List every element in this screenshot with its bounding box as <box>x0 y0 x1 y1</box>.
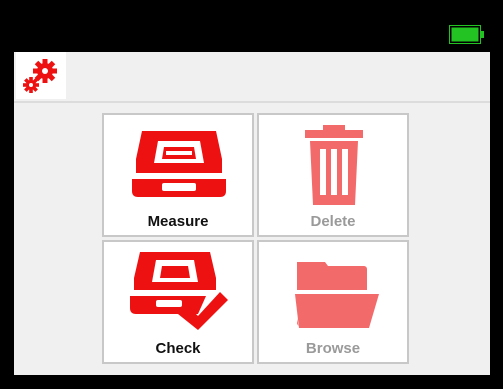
status-bar <box>0 0 503 52</box>
check-label: Check <box>155 340 201 357</box>
check-tile[interactable]: Check <box>102 240 254 364</box>
browse-tile[interactable]: Browse <box>257 240 409 364</box>
measure-label: Measure <box>147 213 209 230</box>
delete-tile[interactable]: Delete <box>257 113 409 237</box>
main-screen: Measure Delete Check Browse <box>14 52 490 375</box>
browse-label: Browse <box>305 340 361 357</box>
delete-label: Delete <box>310 213 356 230</box>
device-check-icon <box>130 252 228 330</box>
battery-full-icon <box>449 25 484 44</box>
folder-icon <box>291 262 379 328</box>
trash-icon <box>305 125 363 205</box>
menu-grid: Measure Delete Check Browse <box>102 113 409 366</box>
gears-icon <box>23 59 57 93</box>
measure-tile[interactable]: Measure <box>102 113 254 237</box>
header-bar <box>14 52 490 103</box>
settings-button[interactable] <box>16 52 66 99</box>
device-icon <box>132 131 226 197</box>
